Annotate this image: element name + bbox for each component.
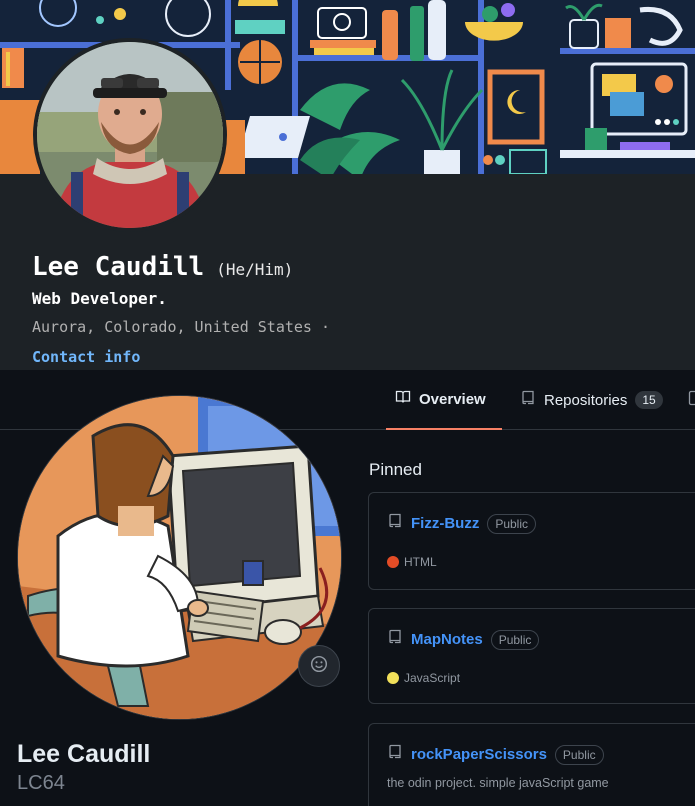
pinned-repo-card: rockPaperScissors Public the odin projec… bbox=[368, 723, 695, 806]
language-label: JavaScript bbox=[404, 671, 461, 685]
repo-icon bbox=[520, 390, 536, 410]
repositories-count: 15 bbox=[635, 391, 663, 409]
linkedin-name-row: Lee Caudill (He/Him) bbox=[32, 252, 293, 282]
tab-overview[interactable]: Overview bbox=[386, 370, 502, 430]
language-color-dot bbox=[387, 556, 399, 568]
language-color-dot bbox=[387, 672, 399, 684]
github-profile: Overview Repositories 15 Lee Caudill LC6… bbox=[0, 370, 695, 806]
repo-language: JavaScript bbox=[387, 671, 460, 685]
visibility-badge: Public bbox=[490, 629, 540, 650]
linkedin-headline: Web Developer. bbox=[32, 289, 167, 308]
linkedin-name: Lee Caudill bbox=[32, 252, 205, 282]
repo-link[interactable]: rockPaperScissors bbox=[411, 746, 547, 763]
contact-info-link[interactable]: Contact info bbox=[32, 348, 140, 366]
visibility-badge: Public bbox=[554, 744, 604, 765]
linkedin-avatar[interactable] bbox=[33, 38, 227, 232]
tab-repositories-label: Repositories bbox=[544, 391, 628, 409]
linkedin-pronouns: (He/Him) bbox=[216, 260, 294, 279]
project-icon bbox=[688, 390, 695, 410]
pinned-section-title: Pinned bbox=[369, 460, 422, 479]
pinned-repo-card: MapNotes Public JavaScript bbox=[368, 608, 695, 704]
repo-description: the odin project. simple javaScript game bbox=[387, 776, 609, 790]
repo-link[interactable]: MapNotes bbox=[411, 631, 483, 648]
linkedin-location: Aurora, Colorado, United States · bbox=[32, 318, 331, 336]
github-avatar[interactable] bbox=[17, 395, 342, 720]
tab-next-partial[interactable] bbox=[688, 370, 695, 430]
set-status-button[interactable] bbox=[298, 645, 340, 687]
language-label: HTML bbox=[404, 555, 437, 569]
linkedin-profile-card: Lee Caudill (He/Him) Web Developer. Auro… bbox=[0, 0, 695, 370]
repo-icon bbox=[387, 513, 403, 534]
repo-link[interactable]: Fizz-Buzz bbox=[411, 515, 479, 532]
tab-repositories[interactable]: Repositories 15 bbox=[520, 370, 663, 430]
repo-language: HTML bbox=[387, 555, 437, 569]
pinned-repo-card: Fizz-Buzz Public HTML bbox=[368, 492, 695, 590]
book-icon bbox=[395, 389, 411, 409]
repo-icon bbox=[387, 744, 403, 765]
repo-icon bbox=[387, 629, 403, 650]
tab-overview-label: Overview bbox=[419, 390, 486, 408]
github-username: LC64 bbox=[17, 772, 65, 794]
github-display-name: Lee Caudill bbox=[17, 740, 151, 768]
visibility-badge: Public bbox=[487, 513, 537, 534]
smiley-icon bbox=[310, 655, 328, 678]
